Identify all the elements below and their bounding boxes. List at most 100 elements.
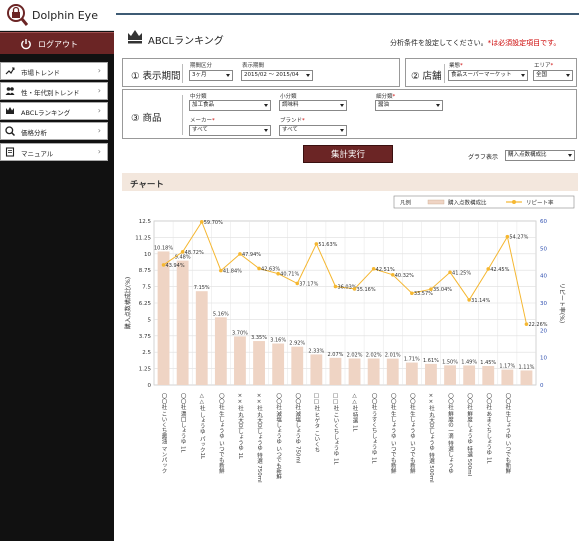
product-brand-label-text: ブランド: [280, 118, 303, 124]
bar: [195, 291, 208, 385]
ranking-icon: [6, 107, 14, 114]
y-right-axis-label: リピート率(%): [558, 283, 566, 323]
chevron-right-icon: ›: [97, 106, 101, 115]
sidebar-item-label: 市場トレンド: [21, 69, 60, 77]
top-bar: [116, 13, 579, 15]
product-detail-select[interactable]: 醤油: [375, 100, 443, 111]
sidebar-item-price-analysis[interactable]: 価格分析 ›: [0, 122, 108, 140]
x-tick-label: □□社 こいくちしょうゆ 1L: [332, 393, 339, 465]
required-mark: *: [212, 118, 215, 124]
sidebar-item-label: ABCLランキング: [21, 109, 71, 117]
chart-section-header: [122, 173, 578, 191]
sidebar-item-abcl-ranking[interactable]: ABCLランキング ›: [0, 102, 108, 120]
sidebar-item-market-trend[interactable]: 市場トレンド ›: [0, 62, 108, 80]
page-title: ABCLランキング: [148, 36, 224, 47]
chart-section-title: チャート: [130, 180, 164, 190]
y-right-tick-label: 10: [540, 356, 547, 362]
notice-required-text: *は必須設定項目です。: [487, 39, 561, 47]
product-brand-label: ブランド*: [280, 116, 305, 124]
bar-data-label: 3.70%: [232, 330, 248, 336]
required-notice: 分析条件を設定してください。*は必須設定項目です。: [390, 38, 560, 48]
x-tick-label: 〇〇社 鮮度しょうゆ 特選 500ml: [466, 393, 473, 477]
bar: [291, 346, 304, 385]
product-mid-label: 中分類: [190, 94, 207, 100]
app-logo[interactable]: Dolphin Eye: [0, 0, 114, 31]
chevron-right-icon: ›: [97, 126, 101, 135]
y-right-tick-label: 50: [540, 246, 547, 252]
line-data-label: 42.45%: [490, 267, 509, 273]
lock-search-icon: [7, 4, 28, 26]
y-left-tick-label: 2.5: [142, 350, 151, 356]
bar: [310, 354, 323, 385]
bar-data-label: 1.50%: [442, 359, 458, 365]
bar: [367, 358, 380, 385]
line-data-label: 22.26%: [528, 322, 547, 328]
y-left-tick-label: 6.25: [139, 301, 152, 307]
y-right-tick-label: 0: [540, 383, 544, 389]
y-right-tick-label: 30: [540, 301, 547, 307]
y-left-tick-label: 7.5: [142, 285, 151, 291]
line-data-label: 40.32%: [395, 273, 414, 279]
sidebar-item-label: 価格分析: [21, 129, 47, 137]
legend-entry-repeat-rate: リピート率: [526, 199, 554, 207]
store-type-select[interactable]: 食品スーパーマーケット: [448, 70, 528, 81]
period-unit-label: 期間区分: [190, 63, 213, 69]
bar-data-label: 2.33%: [308, 348, 324, 354]
period-unit-select[interactable]: 3ヶ月: [189, 70, 233, 81]
bar: [520, 370, 533, 385]
line-data-label: 54.27%: [509, 235, 528, 241]
divider: [182, 64, 183, 83]
store-area-select[interactable]: 全国: [533, 70, 573, 81]
x-tick-label: □□社 ヒゲタ こいくち: [313, 393, 320, 454]
line-data-label: 41.25%: [452, 270, 471, 276]
line-data-label: 35.04%: [433, 287, 452, 293]
bar: [348, 358, 361, 385]
abcl-logo-icon: [128, 30, 142, 44]
bar-data-label: 2.07%: [328, 352, 344, 358]
notice-text: 分析条件を設定してください。: [390, 39, 488, 47]
bar-data-label: 7.15%: [194, 285, 210, 291]
product-brand-select[interactable]: すべて: [279, 125, 347, 136]
graph-type-select[interactable]: 購入点数構成比: [505, 150, 575, 161]
period-range-select[interactable]: 2015/02 ～ 2015/04: [241, 70, 313, 81]
bar-data-label: 3.16%: [270, 338, 286, 344]
x-tick-label: 〇〇社 減塩しょうゆ いつでも新鮮: [275, 393, 282, 480]
bar-data-label: 2.01%: [385, 353, 401, 359]
x-tick-label: 〇〇社 濃口しょうゆ 1L: [180, 393, 187, 454]
line-data-label: 48.72%: [185, 250, 204, 256]
section-product-title: ③ 商品: [131, 113, 162, 124]
legend-swatch-marker: [512, 200, 516, 204]
bar-data-label: 1.49%: [461, 359, 477, 365]
bar-data-label: 10.18%: [154, 245, 173, 251]
bar-data-label: 2.02%: [366, 352, 382, 358]
sidebar: Dolphin Eye ログアウト 市場トレンド › 性・年代別トレンド › A…: [0, 0, 114, 541]
y-right-tick-label: 20: [540, 328, 547, 334]
logout-button[interactable]: ログアウト: [0, 32, 114, 54]
x-tick-label: ××社 丸大豆しょうゆ 特選 750ml: [256, 393, 263, 483]
store-area-label: エリア*: [534, 61, 553, 69]
sidebar-item-gender-age-trend[interactable]: 性・年代別トレンド ›: [0, 82, 108, 100]
line-data-label: 47.94%: [242, 252, 261, 258]
product-mid-select[interactable]: 加工食品: [189, 100, 271, 111]
x-tick-label: 〇〇社 あまくちしょうゆ 1L: [485, 393, 492, 465]
line-data-label: 59.70%: [204, 220, 223, 226]
trend-chart-icon: [5, 67, 15, 75]
product-maker-label: メーカー*: [190, 116, 215, 124]
x-tick-label: 〇〇社 生しょうゆ いつでも新鮮: [218, 393, 225, 475]
bar: [386, 358, 399, 385]
x-tick-label: 〇〇社 生しょうゆ いつでも新鮮: [390, 393, 397, 475]
bar: [176, 260, 189, 385]
product-maker-select[interactable]: すべて: [189, 125, 271, 136]
sidebar-item-manual[interactable]: マニュアル ›: [0, 143, 108, 161]
product-small-select[interactable]: 調味料: [279, 100, 347, 111]
bar: [463, 365, 476, 385]
people-icon: [5, 87, 15, 95]
sidebar-item-label: 性・年代別トレンド: [21, 89, 80, 97]
required-mark: *: [550, 63, 554, 69]
y-left-tick-label: 8.75: [139, 268, 152, 274]
run-aggregation-button[interactable]: 集計実行: [303, 145, 393, 163]
x-tick-label: 〇〇社 生しょうゆ いつでも新鮮: [504, 393, 511, 475]
chevron-right-icon: ›: [97, 66, 101, 75]
yen-search-icon: [5, 126, 15, 136]
bar: [425, 363, 437, 385]
